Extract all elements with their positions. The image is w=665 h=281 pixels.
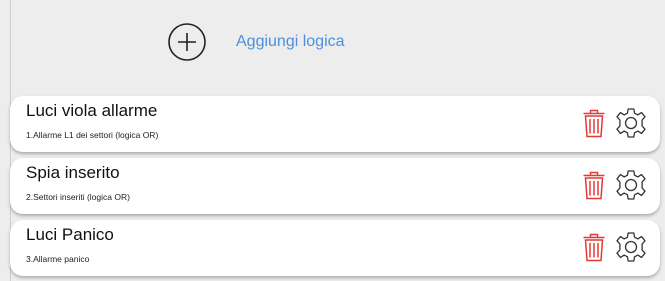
trash-icon	[583, 109, 605, 138]
delete-logic-button[interactable]	[582, 170, 606, 200]
logic-card[interactable]: Luci Panico 3.Allarme panico	[10, 220, 660, 276]
gear-icon	[616, 108, 646, 138]
logic-title: Luci viola allarme	[26, 101, 158, 120]
logic-subtitle: 3.Allarme panico	[26, 254, 90, 264]
header: Aggiungi logica	[0, 0, 665, 92]
gear-icon	[616, 232, 646, 262]
logic-subtitle: 1.Allarme L1 dei settori (logica OR)	[26, 130, 159, 140]
gear-icon	[616, 170, 646, 200]
plus-circle-icon	[168, 23, 206, 61]
logic-settings-button[interactable]	[614, 168, 648, 202]
logic-title: Luci Panico	[26, 225, 114, 244]
logic-title: Spia inserito	[26, 163, 120, 182]
trash-icon	[583, 171, 605, 200]
logic-subtitle: 2.Settori inseriti (logica OR)	[26, 192, 130, 202]
add-logic-link[interactable]: Aggiungi logica	[236, 33, 345, 51]
logic-settings-button[interactable]	[614, 106, 648, 140]
logic-card[interactable]: Luci viola allarme 1.Allarme L1 dei sett…	[10, 96, 660, 152]
logic-settings-button[interactable]	[614, 230, 648, 264]
trash-icon	[583, 233, 605, 262]
logic-card[interactable]: Spia inserito 2.Settori inseriti (logica…	[10, 158, 660, 214]
delete-logic-button[interactable]	[582, 108, 606, 138]
delete-logic-button[interactable]	[582, 232, 606, 262]
add-logic-button[interactable]	[167, 22, 207, 62]
